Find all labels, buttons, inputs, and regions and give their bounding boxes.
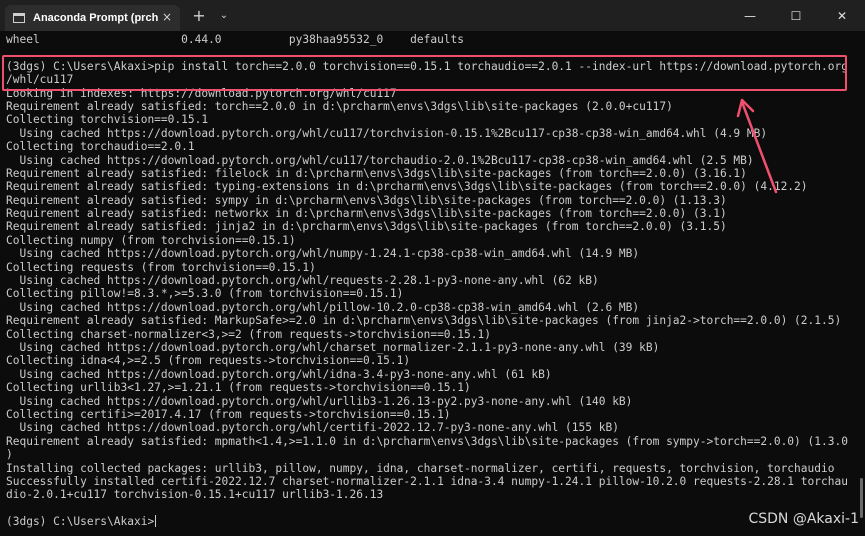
terminal-line: Using cached https://download.pytorch.or…: [6, 153, 754, 167]
terminal-line: Requirement already satisfied: networkx …: [6, 207, 727, 221]
terminal-line: Collecting torchaudio==2.0.1: [6, 140, 195, 154]
plus-icon[interactable]: +: [184, 0, 214, 31]
window-controls: — ☐ ✕: [727, 0, 865, 31]
maximize-icon[interactable]: ☐: [773, 0, 819, 31]
terminal-line: Requirement already satisfied: torch==2.…: [6, 99, 673, 113]
terminal-line: Collecting urllib3<1.27,>=1.21.1 (from r…: [6, 381, 471, 395]
terminal-line: Collecting torchvision==0.15.1: [6, 113, 209, 127]
terminal-line: Using cached https://download.pytorch.or…: [6, 394, 633, 408]
terminal-line: Using cached https://download.pytorch.or…: [6, 126, 768, 140]
terminal-line: Using cached https://download.pytorch.or…: [6, 300, 640, 314]
terminal-line: ): [6, 448, 13, 462]
terminal-line: Collecting pillow!=8.3.*,>=5.3.0 (from t…: [6, 287, 404, 301]
annotation-highlight-box: [2, 55, 847, 91]
terminal-line: Installing collected packages: urllib3, …: [6, 461, 835, 475]
terminal-icon: [13, 13, 25, 23]
terminal-output[interactable]: wheel 0.44.0 py38haa95532_0 defaults (3dg…: [0, 31, 857, 536]
terminal-line: Requirement already satisfied: typing-ex…: [6, 180, 808, 194]
minimize-icon[interactable]: —: [727, 0, 773, 31]
terminal-line: dio-2.0.1+cu117 torchvision-0.15.1+cu117…: [6, 488, 384, 502]
terminal-line: Collecting idna<4,>=2.5 (from requests->…: [6, 354, 411, 368]
terminal-line: Successfully installed certifi-2022.12.7…: [6, 474, 848, 488]
terminal-line: Requirement already satisfied: MarkupSaf…: [6, 314, 842, 328]
terminal-line: Requirement already satisfied: jinja2 in…: [6, 220, 727, 234]
terminal-line: Using cached https://download.pytorch.or…: [6, 274, 599, 288]
chevron-down-icon[interactable]: ⌄: [214, 0, 234, 31]
watermark: CSDN @Akaxi-1: [748, 511, 859, 527]
terminal-line: Requirement already satisfied: sympy in …: [6, 193, 727, 207]
terminal-line: Using cached https://download.pytorch.or…: [6, 340, 660, 354]
close-icon[interactable]: ✕: [819, 0, 865, 31]
terminal-line: Requirement already satisfied: filelock …: [6, 166, 747, 180]
terminal-tab[interactable]: Anaconda Prompt (prcharm) ×: [5, 5, 180, 31]
terminal-line: Using cached https://download.pytorch.or…: [6, 247, 640, 261]
command-prompt[interactable]: (3dgs) C:\Users\Akaxi>: [6, 515, 857, 528]
terminal-line: Using cached https://download.pytorch.or…: [6, 421, 619, 435]
terminal-line: Collecting certifi>=2017.4.17 (from requ…: [6, 407, 451, 421]
terminal-line: Collecting charset-normalizer<3,>=2 (fro…: [6, 327, 491, 341]
terminal-line: Using cached https://download.pytorch.or…: [6, 367, 552, 381]
scrollbar[interactable]: [860, 478, 863, 518]
terminal-line: Collecting numpy (from torchvision==0.15…: [6, 233, 296, 247]
tab-title: Anaconda Prompt (prcharm): [33, 12, 158, 24]
terminal-line: Requirement already satisfied: mpmath<1.…: [6, 434, 848, 448]
text-cursor: [155, 515, 157, 528]
terminal-line: wheel 0.44.0 py38haa95532_0 defaults: [6, 33, 465, 46]
prompt-text: (3dgs) C:\Users\Akaxi>: [6, 515, 155, 529]
tab-close-icon[interactable]: ×: [162, 10, 172, 24]
title-bar: Anaconda Prompt (prcharm) × + ⌄ — ☐ ✕: [0, 0, 865, 31]
terminal-line: Collecting requests (from torchvision==0…: [6, 260, 316, 274]
